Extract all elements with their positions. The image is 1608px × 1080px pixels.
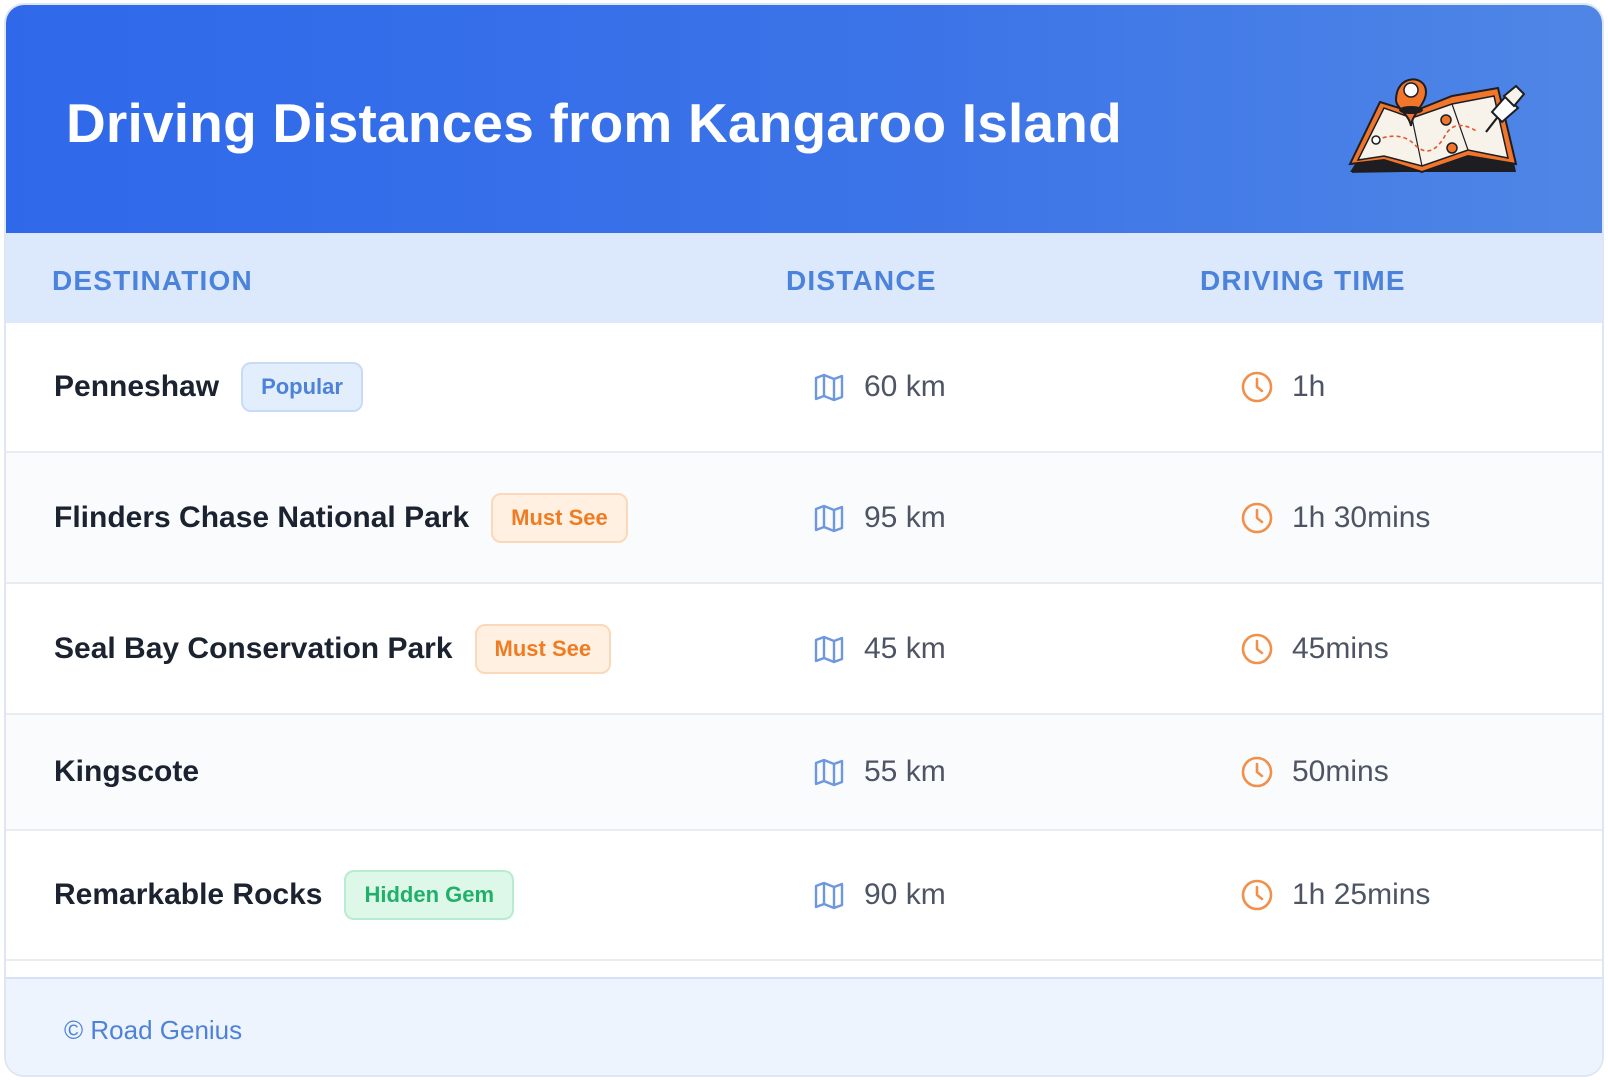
driving-time-value: 1h 25mins <box>1292 878 1431 911</box>
copyright-text: © Road Genius <box>64 1015 243 1045</box>
table-row: Flinders Chase National Park Must See 95 k… <box>6 453 1602 584</box>
distance-cell: 60 km <box>812 370 946 404</box>
destination-cell: Kingscote <box>54 755 199 789</box>
clock-icon <box>1240 878 1274 912</box>
clock-icon <box>1240 501 1274 535</box>
destination-name: Remarkable Rocks <box>54 878 323 911</box>
footer: © Road Genius <box>6 977 1602 1075</box>
destination-name: Kingscote <box>54 755 200 788</box>
distance-value: 95 km <box>864 500 946 534</box>
badge-must: Must See <box>474 623 612 674</box>
column-header-driving-time: DRIVING TIME <box>1200 265 1406 296</box>
map-icon <box>812 878 846 912</box>
driving-time-cell: 45mins <box>1240 632 1389 666</box>
driving-time-cell: 1h 25mins <box>1240 878 1430 912</box>
destination-name: Seal Bay Conservation Park <box>54 631 453 665</box>
destination-name: Penneshaw <box>54 370 220 403</box>
destination-cell: Penneshaw Popular <box>54 362 363 412</box>
map-icon <box>812 755 846 789</box>
distance-cell: 55 km <box>812 755 946 789</box>
driving-time-value: 1h <box>1292 370 1326 403</box>
clock-icon <box>1240 632 1274 666</box>
distance-cell: 95 km <box>812 501 946 535</box>
table-row: Penneshaw Popular 60 km 1h <box>6 323 1602 453</box>
map-icon <box>812 370 846 404</box>
driving-time-value: 45mins <box>1292 631 1389 665</box>
distance-value: 90 km <box>864 878 946 911</box>
clock-icon <box>1240 755 1274 789</box>
table-header: DESTINATION DISTANCE DRIVING TIME <box>6 233 1602 325</box>
map-icon <box>812 632 846 666</box>
distance-cell: 90 km <box>812 878 946 912</box>
driving-time-value: 1h 30mins <box>1292 500 1431 534</box>
page-title: Driving Distances from Kangaroo Island <box>66 92 1122 154</box>
table-row: Kingscote 55 km 50mins <box>6 715 1602 831</box>
destination-cell: Seal Bay Conservation Park Must See <box>54 623 612 674</box>
map-icon <box>812 501 846 535</box>
destination-cell: Remarkable Rocks Hidden Gem <box>54 870 515 920</box>
badge-popular: Popular <box>241 362 363 412</box>
column-header-distance: DISTANCE <box>786 265 937 296</box>
distance-cell: 45 km <box>812 632 946 666</box>
distance-card: Driving Distances from Kangaroo Island D… <box>4 3 1604 1077</box>
distance-value: 60 km <box>864 370 946 403</box>
distance-value: 55 km <box>864 755 946 788</box>
clock-icon <box>1240 370 1274 404</box>
destination-cell: Flinders Chase National Park Must See <box>54 492 628 543</box>
badge-must: Must See <box>491 492 628 543</box>
driving-time-cell: 50mins <box>1240 755 1389 789</box>
table-row: Seal Bay Conservation Park Must See 45 km 4… <box>6 584 1602 715</box>
header-banner: Driving Distances from Kangaroo Island <box>6 5 1602 233</box>
badge-gem: Hidden Gem <box>344 870 515 920</box>
driving-time-value: 50mins <box>1292 755 1389 788</box>
column-header-destination: DESTINATION <box>52 265 253 296</box>
distance-value: 45 km <box>864 631 946 665</box>
map-pin-illustration <box>1348 78 1526 174</box>
table-row: Remarkable Rocks Hidden Gem 90 km 1h 25mins <box>6 831 1602 961</box>
driving-time-cell: 1h <box>1240 370 1325 404</box>
destination-name: Flinders Chase National Park <box>54 500 470 534</box>
driving-time-cell: 1h 30mins <box>1240 501 1430 535</box>
